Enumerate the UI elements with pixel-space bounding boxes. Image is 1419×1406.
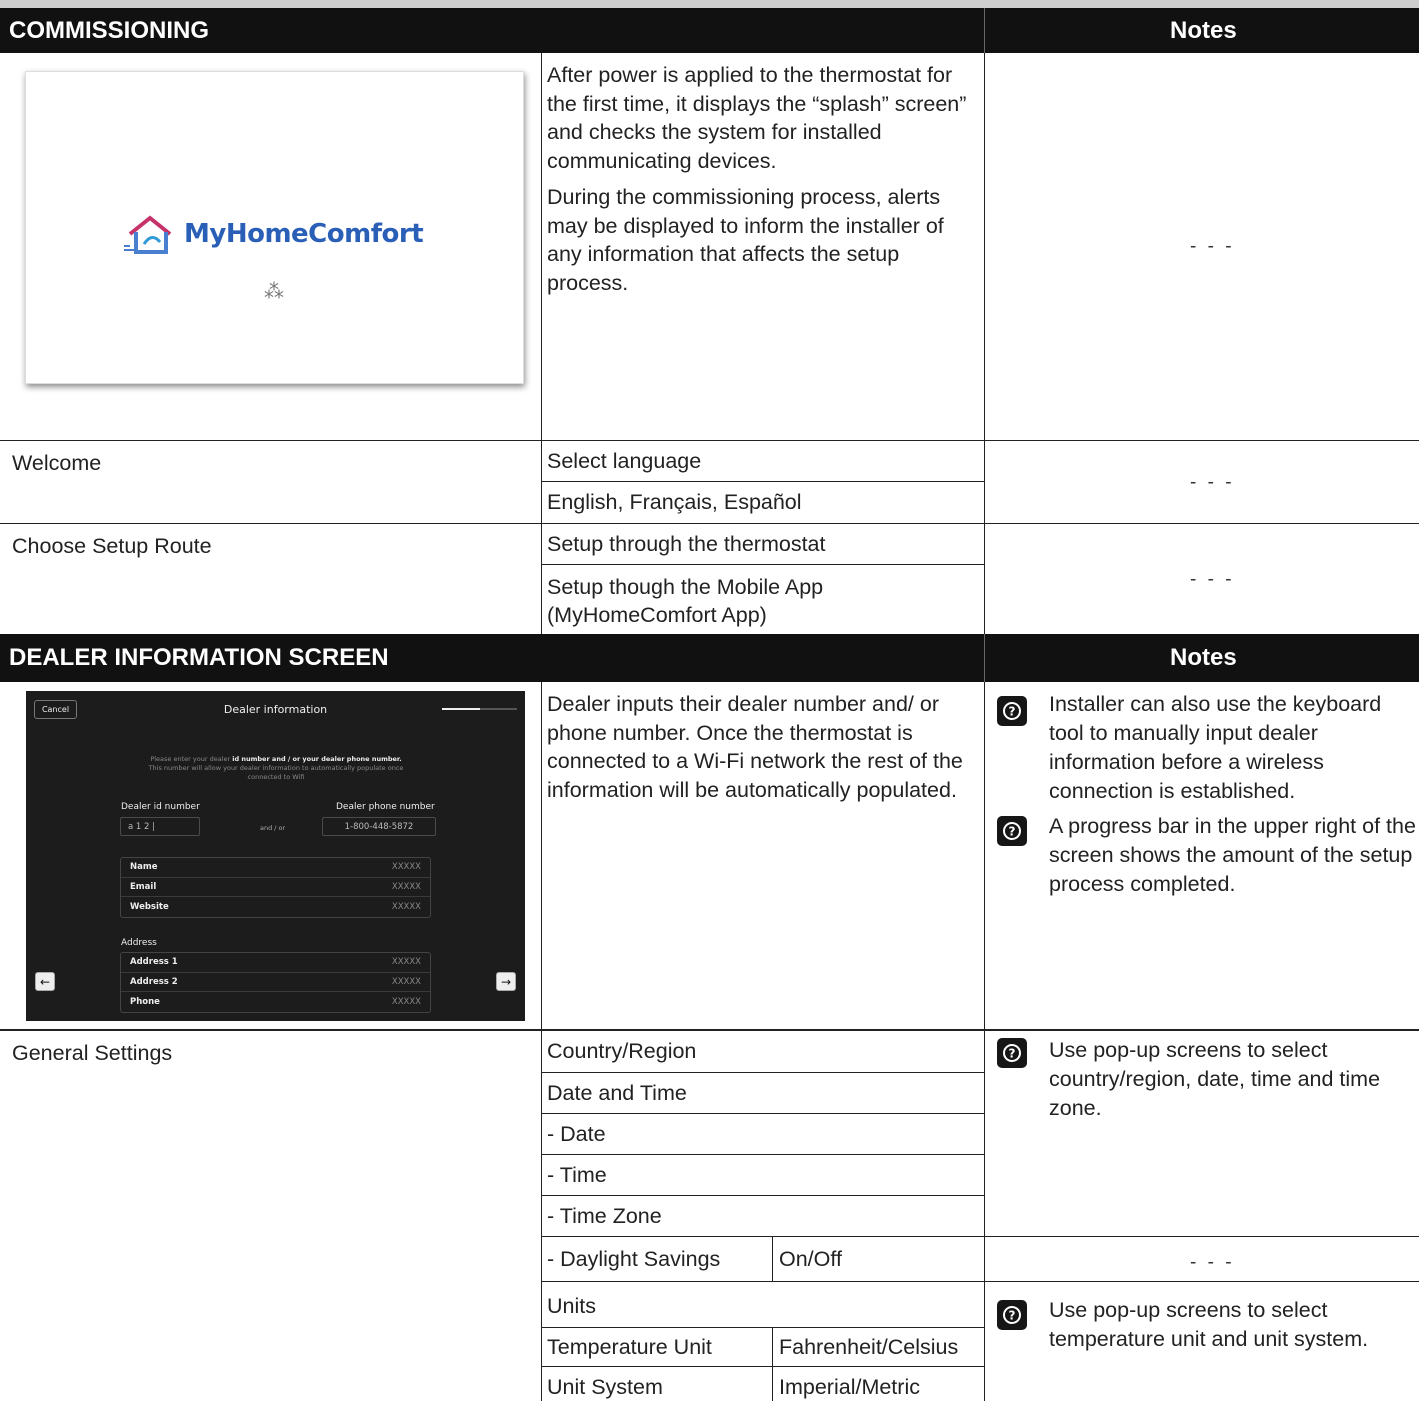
temperature-unit-value: Fahrenheit/Celsius: [779, 1334, 959, 1359]
house-logo-icon: [124, 215, 172, 254]
setup-route-label: Choose Setup Route: [12, 534, 212, 558]
section-header-dealer: DEALER INFORMATION SCREEN Notes: [0, 634, 1419, 682]
address-box: Address 1 XXXXX Address 2 XXXXX Phone XXXXX: [120, 952, 431, 1013]
units-label: Units: [547, 1293, 596, 1318]
prompt-line-2: This number will allow your dealer infor…: [148, 764, 404, 772]
prompt-text: Please enter your dealer: [150, 755, 233, 763]
dealer-description: Dealer inputs their dealer number and/ o…: [547, 692, 963, 802]
address-row: Phone XXXXX: [130, 996, 421, 1007]
dealer-notes: ? Installer can also use the keyboard to…: [997, 690, 1419, 899]
note-text: A progress bar in the upper right of the…: [1049, 814, 1416, 896]
loading-spinner-icon: ⁂: [264, 281, 284, 303]
notes-header: Notes: [1170, 644, 1237, 671]
commissioning-paragraph: After power is applied to the thermostat…: [547, 63, 967, 173]
unit-system-label: Unit System: [547, 1374, 663, 1399]
note-text: Use pop-up screens to select country/reg…: [1049, 1038, 1381, 1120]
general-note-2: ? Use pop-up screens to select temperatu…: [997, 1296, 1419, 1354]
notes-header: Notes: [1170, 16, 1237, 44]
back-arrow-icon: ←: [35, 972, 55, 991]
address-row: Address 1 XXXXX: [121, 953, 430, 973]
dealer-phone-field: 1-800-448-5872: [322, 817, 436, 836]
commissioning-paragraph: During the commissioning process, alerts…: [547, 185, 944, 295]
welcome-note: - - -: [1190, 472, 1235, 493]
progress-bar-fill: [442, 708, 480, 710]
welcome-option: English, Français, Español: [547, 490, 802, 514]
dealer-id-field: a 1 2 |: [120, 817, 200, 836]
help-hint-icon: ?: [997, 1038, 1027, 1068]
note-item: ? Installer can also use the keyboard to…: [997, 690, 1419, 806]
svg-text:?: ?: [1009, 705, 1016, 719]
forward-arrow-icon: →: [496, 972, 516, 991]
commissioning-description: After power is applied to the thermostat…: [547, 61, 977, 297]
unit-system-value: Imperial/Metric: [779, 1374, 920, 1399]
top-strip: [0, 0, 1419, 8]
setup-route-option: Setup though the Mobile App (MyHomeComfo…: [547, 575, 824, 627]
general-item: - Time Zone: [547, 1203, 662, 1228]
prompt-line-3: connected to Wifi: [247, 773, 305, 781]
and-or-text: and / or: [260, 824, 286, 832]
welcome-label: Welcome: [12, 451, 102, 475]
welcome-option: Select language: [547, 449, 702, 473]
dealer-information-screen-image: Cancel Dealer information Please enter y…: [26, 691, 525, 1021]
dealer-id-label: Dealer id number: [121, 802, 200, 812]
note-text: Use pop-up screens to select temperature…: [1049, 1298, 1369, 1351]
general-item: Date and Time: [547, 1080, 687, 1105]
section-title: DEALER INFORMATION SCREEN: [9, 644, 389, 671]
general-item: - Time: [547, 1162, 607, 1187]
temperature-unit-label: Temperature Unit: [547, 1334, 712, 1359]
note-text: Installer can also use the keyboard tool…: [1049, 692, 1382, 803]
screen-prompt: Please enter your dealer id number and /…: [86, 755, 466, 782]
general-item: - Date: [547, 1121, 606, 1146]
general-note-1: ? Use pop-up screens to select country/r…: [997, 1036, 1419, 1123]
help-hint-icon: ?: [997, 816, 1027, 846]
info-row: Email XXXXX: [121, 878, 430, 897]
help-hint-icon: ?: [997, 696, 1027, 726]
splash-screen-image: MyHomeComfort ⁂: [25, 71, 524, 384]
section-header-commissioning: COMMISSIONING Notes: [0, 8, 1419, 53]
general-item: Country/Region: [547, 1039, 697, 1063]
setup-route-note: - - -: [1190, 569, 1235, 590]
splash-brand: MyHomeComfort: [184, 219, 424, 249]
info-row: Website XXXXX: [130, 901, 421, 912]
address-row: Address 2 XXXXX: [121, 973, 430, 992]
prompt-bold: id number and / or your dealer phone num…: [232, 755, 402, 763]
general-settings-label: General Settings: [12, 1041, 173, 1065]
svg-text:?: ?: [1009, 1047, 1016, 1061]
svg-text:?: ?: [1009, 1309, 1016, 1323]
address-label: Address: [121, 938, 157, 948]
commissioning-note: - - -: [1190, 236, 1235, 257]
note-item: ? A progress bar in the upper right of t…: [997, 812, 1419, 899]
daylight-note: - - -: [1190, 1252, 1235, 1273]
help-hint-icon: ?: [997, 1300, 1027, 1330]
dealer-info-box: Name XXXXX Email XXXXX Website XXXXX: [120, 857, 431, 918]
setup-route-option: Setup through the thermostat: [547, 532, 826, 556]
svg-text:?: ?: [1009, 825, 1016, 839]
info-row: Name XXXXX: [121, 858, 430, 878]
progress-bar: [442, 708, 517, 710]
daylight-savings-value: On/Off: [779, 1246, 842, 1271]
dealer-phone-label: Dealer phone number: [336, 802, 435, 812]
section-title: COMMISSIONING: [9, 16, 210, 44]
daylight-savings-label: - Daylight Savings: [547, 1246, 721, 1271]
